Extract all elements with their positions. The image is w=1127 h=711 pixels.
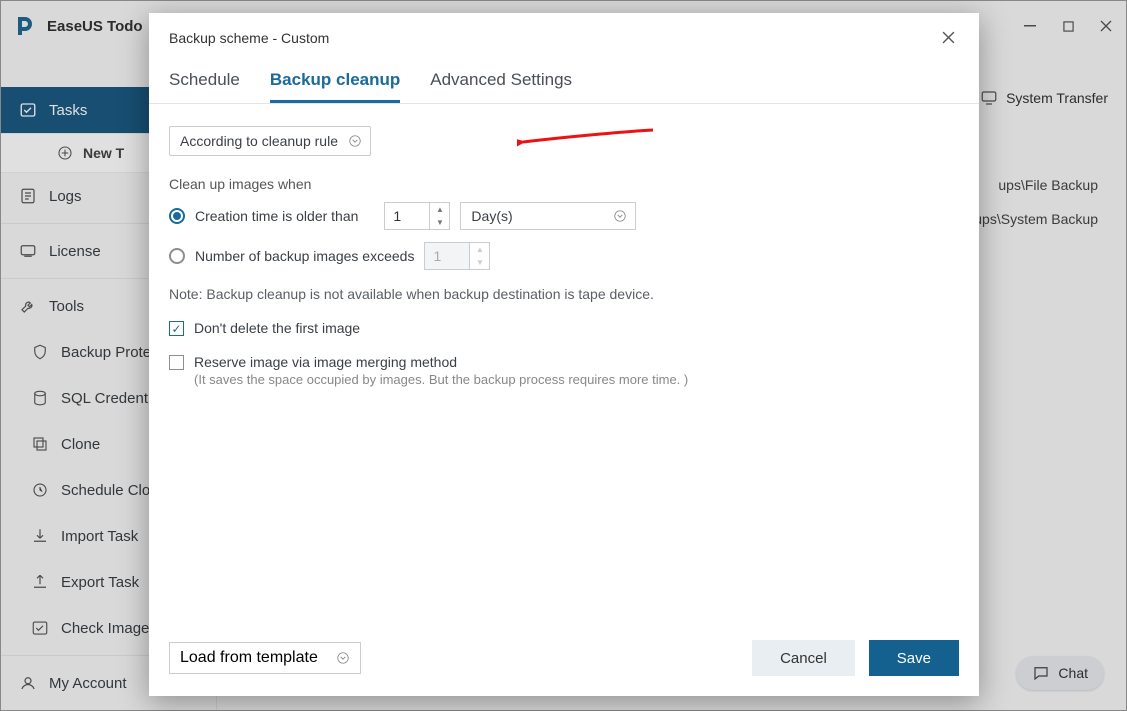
creation-time-input[interactable] xyxy=(385,203,429,229)
license-icon xyxy=(19,242,37,260)
spinner-up: ▲ xyxy=(470,243,489,256)
sidebar-tool-label: Check Image xyxy=(61,620,149,637)
app-logo-icon xyxy=(13,14,37,38)
radio-creation-time[interactable] xyxy=(169,208,185,224)
window-close-button[interactable] xyxy=(1098,18,1114,34)
modal-title: Backup scheme - Custom xyxy=(169,30,329,46)
window-maximize-button[interactable] xyxy=(1060,18,1076,34)
save-button[interactable]: Save xyxy=(869,640,959,676)
checkbox-reserve-merge[interactable] xyxy=(169,355,184,370)
sidebar-label-tasks: Tasks xyxy=(49,102,87,119)
spinner-down[interactable]: ▼ xyxy=(430,216,449,229)
check-image-icon xyxy=(31,619,49,637)
load-template-dropdown[interactable]: Load from template xyxy=(169,642,361,674)
sidebar-tool-label: Import Task xyxy=(61,528,138,545)
radio-creation-label: Creation time is older than xyxy=(195,208,358,224)
transfer-icon xyxy=(980,89,998,107)
annotation-arrow xyxy=(517,126,657,160)
sidebar-tool-label: Clone xyxy=(61,436,100,453)
radio-number-exceeds[interactable] xyxy=(169,248,185,264)
logs-icon xyxy=(19,187,37,205)
system-transfer-button[interactable]: System Transfer xyxy=(980,89,1108,107)
tasks-icon xyxy=(19,101,37,119)
import-icon xyxy=(31,527,49,545)
sidebar-tool-label: SQL Credentia xyxy=(61,390,160,407)
tab-schedule[interactable]: Schedule xyxy=(169,70,240,103)
backup-scheme-modal: Backup scheme - Custom Schedule Backup c… xyxy=(149,13,979,696)
cleanup-rule-dropdown[interactable]: According to cleanup rule xyxy=(169,126,371,156)
shield-icon xyxy=(31,343,49,361)
creation-time-spinner[interactable]: ▲▼ xyxy=(384,202,450,230)
sidebar-label-account: My Account xyxy=(49,675,127,692)
cleanup-note: Note: Backup cleanup is not available wh… xyxy=(169,286,959,302)
checkbox-dont-delete-first[interactable] xyxy=(169,321,184,336)
sidebar-label-license: License xyxy=(49,243,101,260)
number-exceeds-input xyxy=(425,243,469,269)
sidebar-tool-label: Export Task xyxy=(61,574,139,591)
time-unit-value: Day(s) xyxy=(471,208,512,224)
spinner-down: ▼ xyxy=(470,256,489,269)
spinner-up[interactable]: ▲ xyxy=(430,203,449,216)
export-icon xyxy=(31,573,49,591)
chevron-down-icon xyxy=(336,651,350,665)
window-minimize-button[interactable] xyxy=(1022,18,1038,34)
backup-path-1: ups\File Backup xyxy=(998,177,1098,193)
chevron-down-icon xyxy=(613,209,627,223)
system-transfer-label: System Transfer xyxy=(1006,90,1108,106)
database-icon xyxy=(31,389,49,407)
number-exceeds-spinner: ▲▼ xyxy=(424,242,490,270)
checkbox-dont-delete-first-label: Don't delete the first image xyxy=(194,320,360,336)
radio-number-label: Number of backup images exceeds xyxy=(195,248,414,264)
tab-advanced-settings[interactable]: Advanced Settings xyxy=(430,70,572,103)
plus-circle-icon xyxy=(57,145,73,161)
chat-button[interactable]: Chat xyxy=(1016,656,1104,690)
cleanup-label: Clean up images when xyxy=(169,176,959,192)
chevron-down-icon xyxy=(348,134,362,148)
backup-path-2: ups\System Backup xyxy=(974,211,1098,227)
load-template-label: Load from template xyxy=(180,649,318,667)
time-unit-select[interactable]: Day(s) xyxy=(460,202,636,230)
sidebar-label-logs: Logs xyxy=(49,188,82,205)
cancel-button[interactable]: Cancel xyxy=(752,640,855,676)
close-icon xyxy=(942,31,955,44)
cleanup-rule-value: According to cleanup rule xyxy=(180,133,338,149)
clone-icon xyxy=(31,435,49,453)
sidebar-label-tools: Tools xyxy=(49,298,84,315)
checkbox-reserve-merge-label: Reserve image via image merging method xyxy=(194,354,688,370)
chat-label: Chat xyxy=(1058,665,1088,681)
app-title: EaseUS Todo xyxy=(47,18,143,35)
modal-close-button[interactable] xyxy=(938,27,959,48)
schedule-icon xyxy=(31,481,49,499)
tab-backup-cleanup[interactable]: Backup cleanup xyxy=(270,70,400,103)
sidebar-tool-label: Backup Protec xyxy=(61,344,159,361)
chat-icon xyxy=(1032,664,1050,682)
account-icon xyxy=(19,674,37,692)
sidebar-new-task-label: New T xyxy=(83,145,124,161)
tools-icon xyxy=(19,297,37,315)
checkbox-reserve-merge-sublabel: (It saves the space occupied by images. … xyxy=(194,372,688,387)
